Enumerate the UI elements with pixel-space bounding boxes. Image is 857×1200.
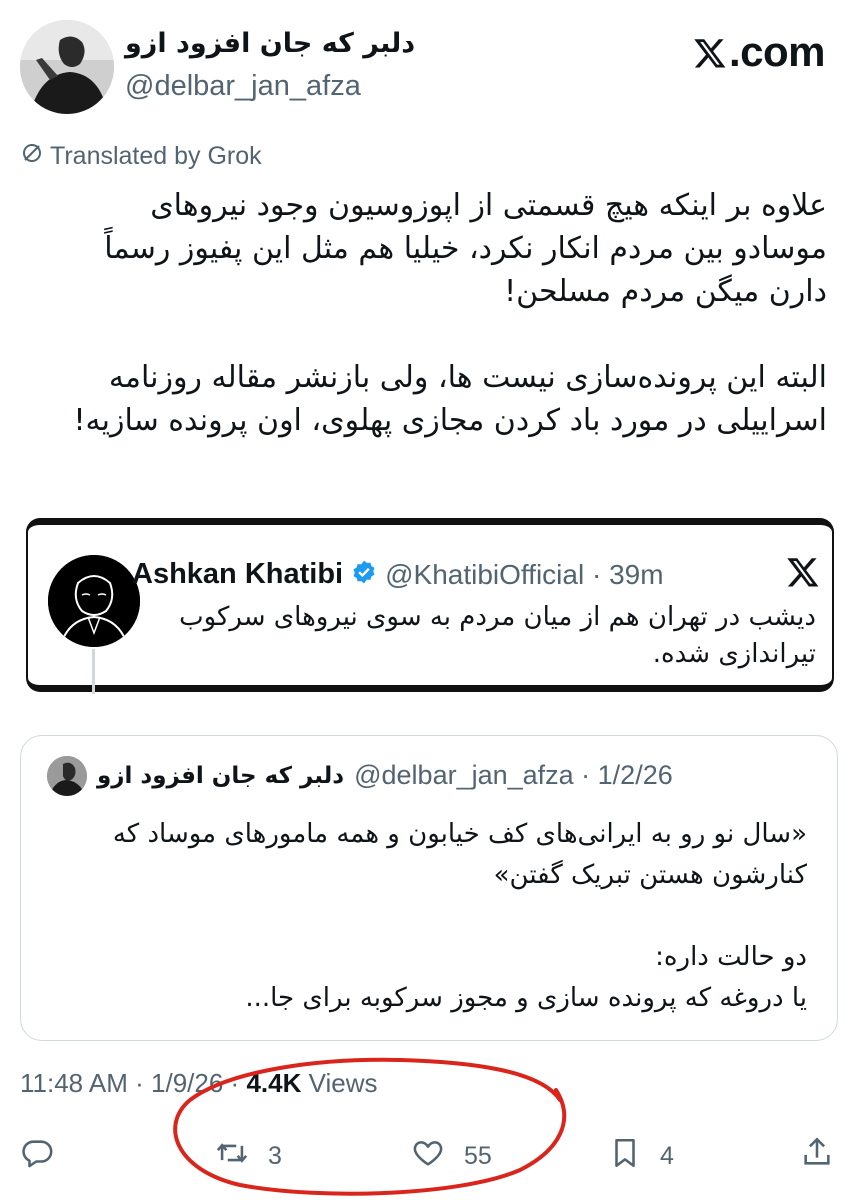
tweet-body: علاوه بر اینکه هیچ قسمتی از اپوزوسیون وج… — [73, 188, 827, 438]
like-count: 55 — [464, 1142, 492, 1170]
views-label: Views — [308, 1068, 378, 1098]
reply-icon — [20, 1136, 54, 1177]
embedded-post-header: Ashkan Khatibi @KhatibiOfficial · 39m — [132, 558, 664, 591]
reply-button[interactable] — [20, 1136, 72, 1177]
translation-label: Translated by Grok — [50, 142, 262, 170]
author-display-name[interactable]: دلبر که جان افزود ازو — [125, 28, 425, 59]
embedded-author-name: Ashkan Khatibi — [132, 558, 344, 590]
like-button[interactable]: 55 — [410, 1136, 492, 1177]
brand-watermark: .com — [693, 28, 826, 80]
embedded-author-avatar — [48, 555, 140, 647]
share-icon — [800, 1134, 834, 1177]
post-timestamp: 11:48 AM · 1/9/26 · 4.4K Views — [20, 1068, 377, 1099]
quoted-author-name: دلبر که جان افزود ازو — [97, 762, 345, 789]
x-logo-icon — [786, 555, 820, 593]
embedded-post-screenshot: Ashkan Khatibi @KhatibiOfficial · 39m دی… — [26, 518, 834, 694]
x-logo-icon — [693, 32, 727, 80]
views-count: 4.4K — [246, 1068, 302, 1098]
repost-icon — [214, 1136, 250, 1177]
heart-icon — [410, 1136, 446, 1177]
quoted-post-text: «سال نو رو به ایرانی‌های کف خیابون و همه… — [112, 819, 807, 1013]
bookmark-icon — [608, 1136, 642, 1177]
quoted-post-header: دلبر که جان افزود ازو @delbar_jan_afza ·… — [97, 760, 673, 791]
author-avatar[interactable] — [20, 20, 114, 114]
repost-button[interactable]: 3 — [214, 1136, 282, 1177]
share-button[interactable] — [800, 1134, 834, 1177]
quoted-author-meta: @delbar_jan_afza · 1/2/26 — [354, 760, 673, 790]
author-handle[interactable]: @delbar_jan_afza — [125, 70, 361, 103]
post-time-date[interactable]: 11:48 AM · 1/9/26 · — [20, 1068, 239, 1098]
translate-icon — [20, 141, 44, 172]
repost-count: 3 — [268, 1142, 282, 1170]
thread-line — [92, 649, 95, 694]
embedded-author-meta: @KhatibiOfficial · 39m — [385, 558, 664, 590]
brand-domain: .com — [728, 28, 826, 75]
translation-notice[interactable]: Translated by Grok — [20, 141, 262, 172]
bookmark-count: 4 — [660, 1142, 674, 1170]
embedded-post-text: دیشب در تهران هم از میان مردم به سوی نیر… — [179, 602, 816, 669]
quoted-author-avatar — [47, 756, 87, 796]
quoted-post-card[interactable]: دلبر که جان افزود ازو @delbar_jan_afza ·… — [20, 735, 838, 1041]
bookmark-button[interactable]: 4 — [608, 1136, 674, 1177]
verified-badge-icon — [351, 559, 377, 590]
